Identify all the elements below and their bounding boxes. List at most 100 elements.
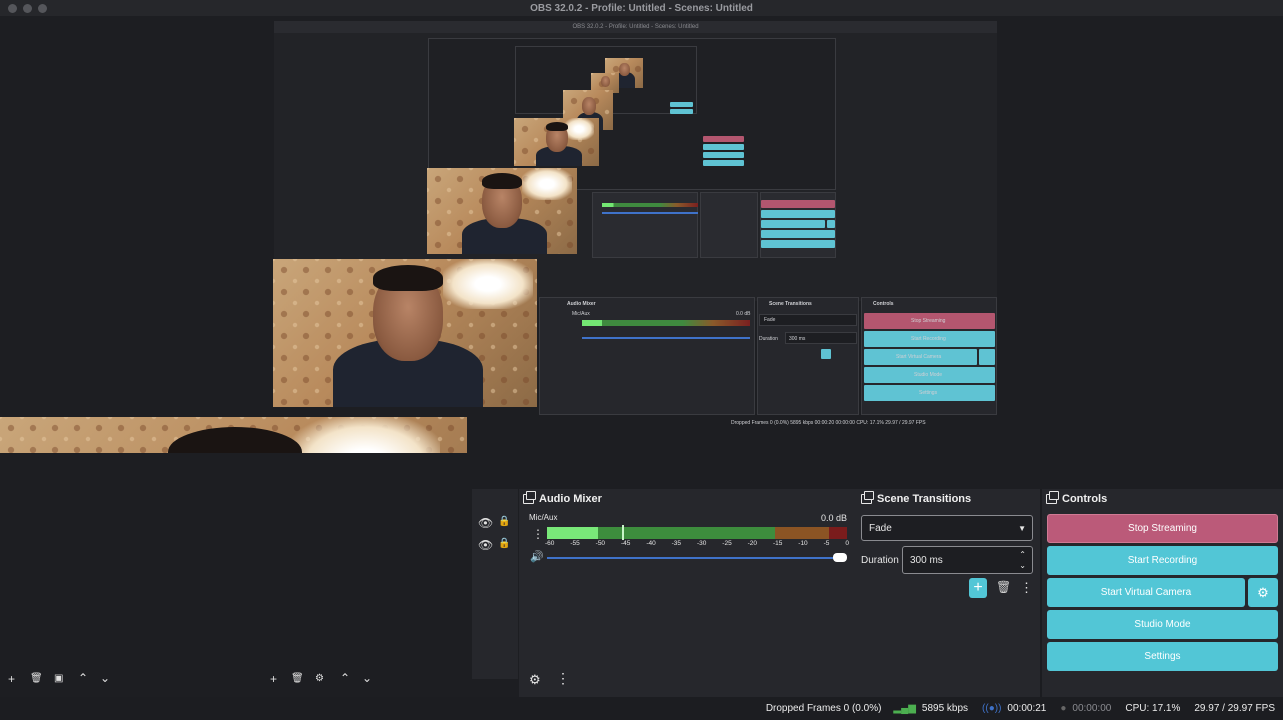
nested-level-meter <box>582 320 750 326</box>
bitrate: 5895 kbps <box>921 703 969 714</box>
nested-l1-virtual-camera <box>761 220 825 228</box>
webcam-source[interactable] <box>0 417 467 453</box>
channel-menu-icon[interactable]: ⋮ <box>532 527 544 541</box>
controls-title: Controls <box>1062 493 1108 505</box>
nested-add-transition <box>821 349 831 359</box>
nested-l1-audio-mixer <box>592 192 698 258</box>
nested-l3-button <box>670 102 693 107</box>
scene-transitions-header: Scene Transitions <box>857 489 1040 509</box>
lock-icon[interactable]: 🔒 <box>498 516 510 527</box>
start-recording-button[interactable]: Start Recording <box>1047 546 1278 575</box>
audio-mixer-title: Audio Mixer <box>539 493 602 505</box>
nested-volume-slider <box>582 337 750 339</box>
speaker-icon[interactable]: 🔊 <box>530 550 544 563</box>
nested-l1-studio-mode <box>761 230 835 238</box>
nested-l1-volume <box>602 212 698 214</box>
scenes-sources-toolbar: + 🗑 ▣ ⌃ ⌄ + 🗑 ⚙ ⌃ ⌄ <box>0 670 519 690</box>
meter-scale: -60 -55 -50 -45 -40 -35 -30 -25 -20 -15 -10 -5 0 <box>545 540 849 547</box>
nested-transitions-title: Scene Transitions <box>769 301 812 307</box>
nested-l1-stop-streaming <box>761 200 835 208</box>
nested-l1-scene-transitions <box>700 192 758 258</box>
virtual-camera-settings-button[interactable]: ⚙ <box>1248 578 1278 607</box>
transition-menu-icon[interactable]: ⋮ <box>1020 580 1033 596</box>
add-source-icon[interactable]: + <box>270 672 277 686</box>
nested-l2-start-recording <box>703 144 744 150</box>
scene-transitions-dock: Scene Transitions Fade ▼ Duration 300 ms… <box>857 489 1040 697</box>
audio-menu-icon[interactable]: ⋮ <box>556 670 570 687</box>
move-down-icon[interactable]: ⌄ <box>100 671 110 685</box>
fps: 29.97 / 29.97 FPS <box>1194 703 1275 714</box>
program-preview[interactable]: OBS 32.0.2 - Profile: Untitled - Scenes:… <box>0 16 1283 453</box>
duration-label: Duration <box>861 555 899 566</box>
audio-mixer-dock: Audio Mixer Mic/Aux 0.0 dB ⋮ -60 -55 -50 -4… <box>519 489 857 697</box>
window-title: OBS 32.0.2 - Profile: Untitled - Scenes:… <box>530 2 753 14</box>
add-scene-icon[interactable]: + <box>8 672 15 686</box>
controls-header: Controls <box>1042 489 1283 509</box>
nested-l1-settings <box>761 240 835 248</box>
nested-level-db: 0.0 dB <box>736 311 751 317</box>
nested-settings-label: Settings <box>919 390 938 396</box>
gear-icon[interactable]: ⚙ <box>529 672 541 688</box>
title-bar: OBS 32.0.2 - Profile: Untitled - Scenes:… <box>0 0 1283 16</box>
gear-icon[interactable]: ⚙ <box>315 673 324 684</box>
move-down-icon[interactable]: ⌄ <box>362 671 372 685</box>
channel-level-db: 0.0 dB <box>820 513 847 523</box>
volume-slider-handle[interactable] <box>833 553 847 562</box>
nested-l2-virtual-camera <box>703 152 744 158</box>
nested-controls-title: Controls <box>873 301 894 307</box>
nested-transition-value: Fade <box>764 317 776 323</box>
chevron-down-icon: ▼ <box>1018 523 1026 533</box>
trash-icon[interactable]: 🗑 <box>291 673 304 684</box>
audio-visibility-column: 👁 🔒 👁 🔒 <box>472 489 518 679</box>
nested-l1-start-recording <box>761 210 835 218</box>
lock-icon[interactable]: 🔒 <box>498 538 510 549</box>
nested-l2-stop-streaming <box>703 136 744 142</box>
move-up-icon[interactable]: ⌃ <box>78 671 88 685</box>
nested-start-recording-label: Start Recording <box>911 336 946 342</box>
nested-window-title: OBS 32.0.2 - Profile: Untitled - Scenes:… <box>274 21 997 33</box>
nested-stop-streaming-label: Stop Streaming <box>911 318 946 324</box>
volume-slider-track[interactable] <box>547 557 841 559</box>
transition-select[interactable]: Fade ▼ <box>861 515 1033 541</box>
trash-icon[interactable]: 🗑 <box>30 673 43 684</box>
controls-dock: Controls Stop Streaming Start Recording … <box>1042 489 1283 697</box>
nested-status-bar: Dropped Frames 0 (0.0%) 5895 kbps 00:00:… <box>731 420 926 426</box>
nested-webcam-tile-main <box>273 259 537 407</box>
add-transition-button[interactable]: + <box>969 578 987 598</box>
nested-l1-meter <box>602 203 698 207</box>
peak-indicator <box>622 525 624 540</box>
dock-icon <box>523 491 536 504</box>
record-time: 00:00:00 <box>1072 703 1112 714</box>
nested-l2-studio-mode <box>703 160 744 166</box>
duration-stepper[interactable]: ⌃ ⌄ <box>1019 549 1026 571</box>
maximize-window-button[interactable] <box>38 4 47 13</box>
studio-mode-button[interactable]: Studio Mode <box>1047 610 1278 639</box>
trash-icon[interactable]: 🗑 <box>996 580 1011 594</box>
nested-duration-value: 300 ms <box>789 336 806 342</box>
duration-input[interactable]: 300 ms ⌃ ⌄ <box>902 546 1033 574</box>
nested-studio-mode-label: Studio Mode <box>914 372 943 378</box>
audio-level-meter <box>547 527 847 539</box>
nested-audio-mixer-title: Audio Mixer <box>567 301 596 307</box>
eye-icon[interactable]: 👁 <box>478 538 493 552</box>
stream-icon: ((●)) <box>982 703 1002 714</box>
nested-webcam-tile-5 <box>427 168 577 254</box>
nested-webcam-tile-4 <box>514 118 599 166</box>
close-window-button[interactable] <box>8 4 17 13</box>
minimize-window-button[interactable] <box>23 4 32 13</box>
dock-icon <box>1046 491 1059 504</box>
nested-virtual-camera-settings <box>979 349 995 365</box>
stop-streaming-button[interactable]: Stop Streaming <box>1047 514 1278 543</box>
scene-transitions-title: Scene Transitions <box>877 493 972 505</box>
dock-icon <box>861 491 874 504</box>
eye-icon[interactable]: 👁 <box>478 516 493 530</box>
nested-l1-vcam-settings <box>827 220 835 228</box>
window-controls[interactable] <box>8 4 47 13</box>
filter-icon[interactable]: ▣ <box>54 673 63 684</box>
settings-button[interactable]: Settings <box>1047 642 1278 671</box>
start-virtual-camera-button[interactable]: Start Virtual Camera <box>1047 578 1245 607</box>
move-up-icon[interactable]: ⌃ <box>340 671 350 685</box>
signal-icon: ▂▄▆ <box>893 703 916 714</box>
nested-l3-button-2 <box>670 109 693 114</box>
nested-duration-label: Duration <box>759 336 778 342</box>
